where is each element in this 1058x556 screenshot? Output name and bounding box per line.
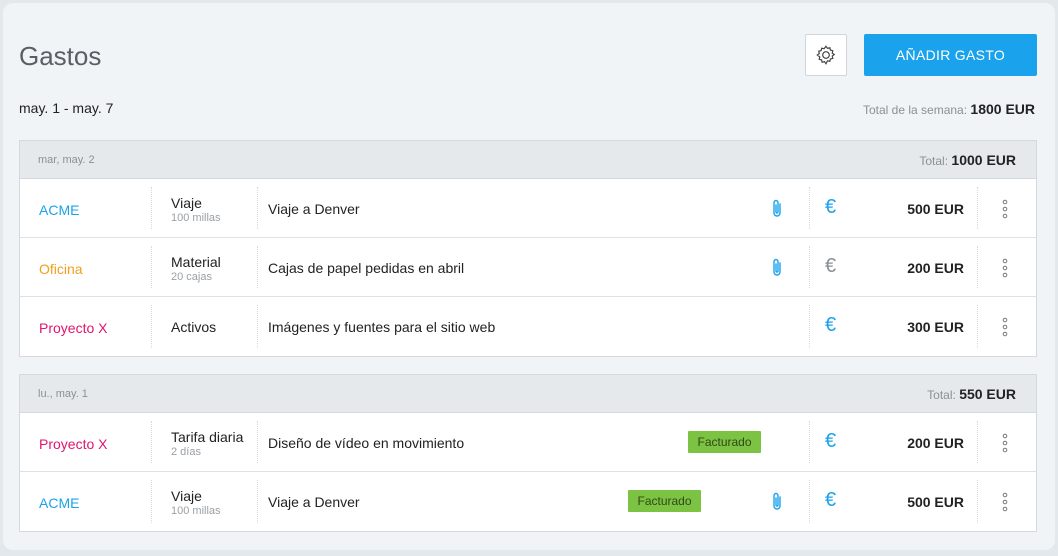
more-vertical-icon[interactable] bbox=[998, 198, 1012, 220]
column-divider bbox=[977, 305, 978, 348]
column-divider bbox=[151, 421, 152, 463]
column-divider bbox=[151, 187, 152, 229]
category-name: Material bbox=[171, 254, 221, 270]
expense-row[interactable]: Oficina Material 20 cajas Cajas de papel pe… bbox=[20, 238, 1036, 297]
category-detail: 2 días bbox=[171, 446, 201, 458]
expense-group: mar, may. 2 Total: 1000 EUR ACME Viaje 100 m… bbox=[19, 140, 1037, 357]
column-divider bbox=[151, 480, 152, 523]
amount: 500 EUR bbox=[907, 494, 964, 510]
add-expense-button[interactable]: AÑADIR GASTO bbox=[864, 34, 1037, 76]
week-total: Total de la semana: 1800 EUR bbox=[863, 101, 1035, 117]
euro-icon[interactable]: € bbox=[825, 430, 836, 453]
description: Imágenes y fuentes para el sitio web bbox=[268, 319, 496, 335]
paperclip-icon[interactable] bbox=[769, 257, 785, 279]
more-vertical-icon[interactable] bbox=[998, 432, 1012, 454]
category-detail: 100 millas bbox=[171, 505, 221, 517]
column-divider bbox=[257, 421, 258, 463]
group-total-label: Total: bbox=[919, 153, 949, 168]
euro-icon[interactable]: € bbox=[825, 196, 836, 219]
column-divider bbox=[257, 246, 258, 288]
column-divider bbox=[977, 246, 978, 288]
client-name[interactable]: Proyecto X bbox=[39, 320, 107, 336]
paperclip-icon[interactable] bbox=[769, 491, 785, 513]
client-name[interactable]: Proyecto X bbox=[39, 436, 107, 452]
settings-button[interactable] bbox=[805, 34, 847, 76]
invoiced-badge: Facturado bbox=[628, 490, 701, 512]
client-name[interactable]: ACME bbox=[39, 495, 79, 511]
column-divider bbox=[977, 421, 978, 463]
expense-row[interactable]: ACME Viaje 100 millas Viaje a Denver €500 EU… bbox=[20, 179, 1036, 238]
invoiced-badge: Facturado bbox=[688, 431, 761, 453]
group-header: lu., may. 1 Total: 550 EUR bbox=[20, 375, 1036, 413]
column-divider bbox=[257, 187, 258, 229]
more-vertical-icon[interactable] bbox=[998, 491, 1012, 513]
amount: 200 EUR bbox=[907, 260, 964, 276]
description: Viaje a Denver bbox=[268, 494, 360, 510]
column-divider bbox=[977, 480, 978, 523]
column-divider bbox=[151, 305, 152, 348]
column-divider bbox=[257, 480, 258, 523]
category-name: Viaje bbox=[171, 195, 202, 211]
amount: 300 EUR bbox=[907, 319, 964, 335]
client-name[interactable]: ACME bbox=[39, 202, 79, 218]
week-total-label: Total de la semana: bbox=[863, 103, 968, 117]
category: Viaje 100 millas bbox=[171, 195, 221, 224]
category: Viaje 100 millas bbox=[171, 488, 221, 517]
more-vertical-icon[interactable] bbox=[998, 316, 1012, 338]
more-vertical-icon[interactable] bbox=[998, 257, 1012, 279]
expenses-panel: Gastos AÑADIR GASTO may. 1 - may. 7 Tota… bbox=[3, 3, 1055, 550]
column-divider bbox=[809, 305, 810, 348]
week-total-value: 1800 EUR bbox=[970, 101, 1035, 117]
group-total: Total: 550 EUR bbox=[927, 386, 1016, 402]
group-total-value: 1000 EUR bbox=[951, 151, 1016, 168]
amount: 200 EUR bbox=[907, 435, 964, 451]
group-header: mar, may. 2 Total: 1000 EUR bbox=[20, 141, 1036, 179]
category-detail: 20 cajas bbox=[171, 271, 212, 283]
euro-icon[interactable]: € bbox=[825, 255, 836, 278]
category: Activos bbox=[171, 319, 216, 335]
description: Viaje a Denver bbox=[268, 201, 360, 217]
paperclip-icon[interactable] bbox=[769, 198, 785, 220]
client-name[interactable]: Oficina bbox=[39, 261, 83, 277]
category: Tarifa diaria 2 días bbox=[171, 429, 243, 458]
date-range: may. 1 - may. 7 bbox=[19, 100, 114, 116]
category-name: Tarifa diaria bbox=[171, 429, 244, 445]
expense-row[interactable]: ACME Viaje 100 millas Viaje a Denver Factura… bbox=[20, 472, 1036, 531]
group-total: Total: 1000 EUR bbox=[919, 152, 1016, 168]
group-total-value: 550 EUR bbox=[959, 385, 1016, 402]
expense-row[interactable]: Proyecto X Tarifa diaria 2 días Diseño de v… bbox=[20, 413, 1036, 472]
column-divider bbox=[809, 421, 810, 463]
column-divider bbox=[977, 187, 978, 229]
category-detail: 100 millas bbox=[171, 212, 221, 224]
category-name: Activos bbox=[171, 319, 217, 335]
group-date: mar, may. 2 bbox=[38, 153, 95, 166]
expense-row[interactable]: Proyecto X Activos Imágenes y fuentes para… bbox=[20, 297, 1036, 356]
description: Cajas de papel pedidas en abril bbox=[268, 260, 465, 276]
amount: 500 EUR bbox=[907, 201, 964, 217]
euro-icon[interactable]: € bbox=[825, 489, 836, 512]
column-divider bbox=[257, 305, 258, 348]
column-divider bbox=[809, 246, 810, 288]
euro-icon[interactable]: € bbox=[825, 314, 836, 337]
gear-icon bbox=[816, 45, 836, 65]
column-divider bbox=[809, 187, 810, 229]
column-divider bbox=[809, 480, 810, 523]
description: Diseño de vídeo en movimiento bbox=[268, 435, 465, 451]
expense-group: lu., may. 1 Total: 550 EUR Proyecto X Tarif… bbox=[19, 374, 1037, 532]
category-name: Viaje bbox=[171, 488, 202, 504]
group-total-label: Total: bbox=[927, 387, 956, 402]
category: Material 20 cajas bbox=[171, 254, 221, 283]
group-date: lu., may. 1 bbox=[38, 387, 88, 400]
column-divider bbox=[151, 246, 152, 288]
page-title: Gastos bbox=[19, 41, 102, 71]
